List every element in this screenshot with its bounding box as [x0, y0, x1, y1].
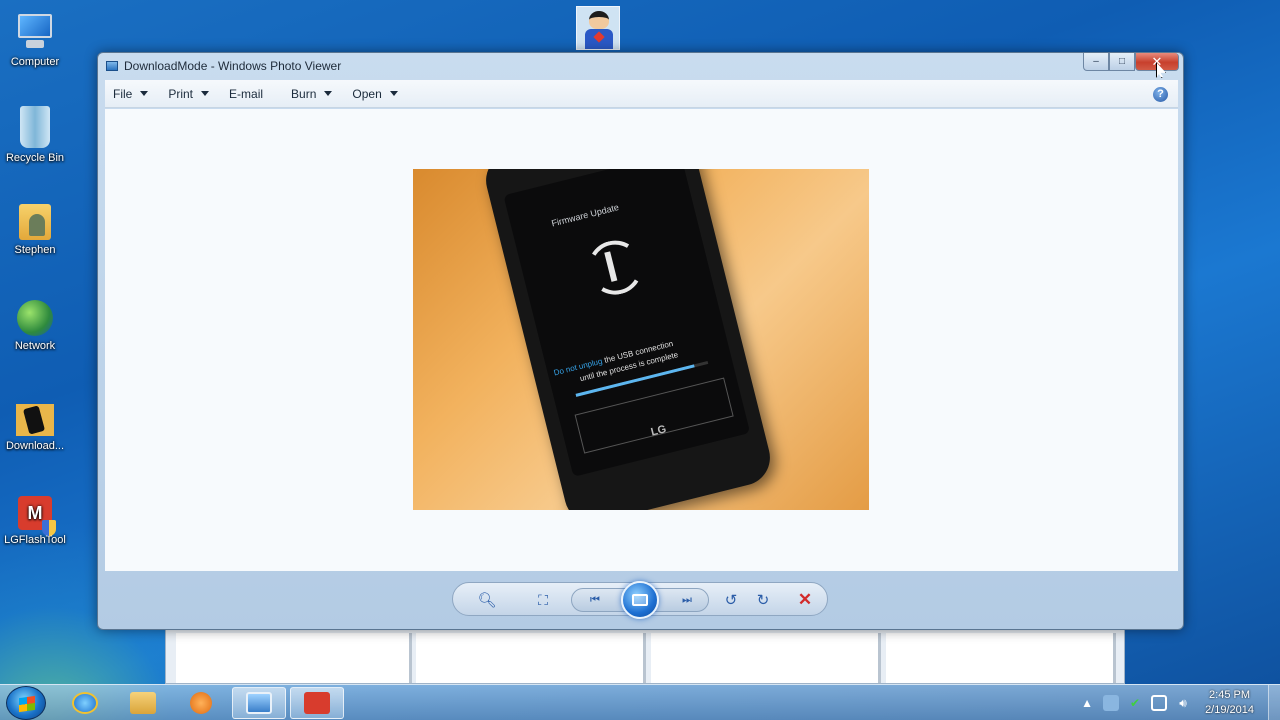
background-column — [886, 633, 1116, 683]
taskbar-media-player[interactable] — [174, 687, 228, 719]
dropdown-arrow-icon — [389, 91, 398, 96]
next-icon[interactable]: ⏭︎ — [677, 590, 697, 610]
title-bar[interactable]: DownloadMode - Windows Photo Viewer – □ … — [98, 53, 1183, 79]
menu-burn[interactable]: Burn — [291, 86, 333, 101]
security-check-icon[interactable]: ✔ — [1127, 695, 1143, 711]
phone-in-photo: Firmware Update Do not unplug the USB co… — [480, 169, 776, 510]
slideshow-icon[interactable] — [621, 581, 659, 619]
recycle-bin-icon — [20, 106, 50, 148]
window-title: DownloadMode - Windows Photo Viewer — [124, 59, 342, 73]
menu-file[interactable]: File — [113, 86, 149, 101]
desktop-icon-label: Computer — [10, 56, 60, 68]
display-icon[interactable] — [1151, 695, 1168, 711]
clock[interactable]: 2:45 PM 2/19/2014 — [1205, 688, 1254, 718]
desktop-icon-lgflashtool[interactable]: M LGFlashTool — [0, 496, 70, 546]
image-file-icon — [16, 404, 54, 436]
menu-label: Open — [352, 86, 382, 101]
taskbar: ▲ ✔ 🔊︎ 2:45 PM 2/19/2014 — [0, 684, 1280, 720]
photo-controls-bar: 🔍︎ ⛶ ⏮︎ ⏭︎ ↺ ↻ ✕ — [452, 581, 828, 619]
uac-shield-icon — [42, 520, 56, 536]
help-icon[interactable]: ? — [1153, 87, 1168, 102]
desktop-icon-label: LGFlashTool — [4, 534, 66, 546]
background-column — [651, 633, 881, 683]
start-button[interactable] — [6, 686, 46, 720]
desktop-icon-network[interactable]: Network — [0, 300, 70, 352]
desktop-icon-label: Stephen — [14, 244, 56, 256]
user-folder-icon — [19, 204, 51, 240]
dropdown-arrow-icon — [201, 91, 210, 96]
background-column — [176, 633, 412, 683]
clock-time: 2:45 PM — [1209, 689, 1251, 701]
folder-icon — [130, 692, 156, 714]
desktop-icon-recycle-bin[interactable]: Recycle Bin — [0, 106, 70, 164]
menu-email[interactable]: E-mail — [229, 87, 263, 101]
desktop-icon-user-folder[interactable]: Stephen — [0, 204, 70, 256]
network-tray-icon[interactable] — [1103, 695, 1120, 711]
computer-icon — [14, 10, 56, 52]
user-avatar-icon[interactable] — [576, 6, 620, 50]
dropdown-arrow-icon — [140, 91, 149, 96]
desktop-icon-label: Download... — [5, 440, 65, 452]
network-icon — [17, 300, 53, 336]
show-desktop-button[interactable] — [1268, 685, 1280, 720]
taskbar-lgflashtool[interactable] — [290, 687, 344, 719]
phone-screen-title: Firmware Update — [550, 202, 620, 229]
window-controls: – □ ✕ — [1083, 53, 1179, 73]
desktop-icon-label: Recycle Bin — [5, 152, 65, 164]
photo-viewer-window: DownloadMode - Windows Photo Viewer – □ … — [97, 52, 1184, 630]
menu-bar: File Print E-mail Burn Open ? — [105, 80, 1178, 108]
show-hidden-icons-icon[interactable]: ▲ — [1079, 695, 1095, 711]
menu-label: E-mail — [229, 86, 264, 101]
background-column — [416, 633, 646, 683]
taskbar-photo-viewer[interactable] — [232, 687, 286, 719]
menu-label: Burn — [291, 86, 317, 101]
desktop-icon-downloadmode[interactable]: Download... — [0, 404, 70, 452]
menu-open[interactable]: Open — [352, 86, 398, 101]
photo-viewer-icon — [246, 692, 272, 714]
menu-print[interactable]: Print — [168, 86, 210, 101]
sync-icon — [582, 234, 648, 301]
rotate-clockwise-icon[interactable]: ↻ — [753, 590, 773, 610]
clock-date: 2/19/2014 — [1205, 704, 1254, 716]
displayed-photo: Firmware Update Do not unplug the USB co… — [413, 169, 869, 510]
taskbar-internet-explorer[interactable] — [58, 687, 112, 719]
dropdown-arrow-icon — [324, 91, 333, 96]
desktop-icon-label: Network — [14, 340, 56, 352]
lgflashtool-icon: M — [18, 496, 56, 536]
volume-icon[interactable]: 🔊︎ — [1175, 695, 1191, 711]
taskbar-file-explorer[interactable] — [116, 687, 170, 719]
minimize-button[interactable]: – — [1083, 53, 1109, 71]
lgflashtool-icon — [304, 692, 330, 714]
windows-logo-icon — [19, 695, 35, 713]
system-tray: ▲ ✔ 🔊︎ 2:45 PM 2/19/2014 — [1075, 685, 1280, 720]
image-viewing-area: Firmware Update Do not unplug the USB co… — [105, 109, 1178, 571]
maximize-button[interactable]: □ — [1109, 53, 1135, 71]
previous-icon[interactable]: ⏮︎ — [585, 590, 605, 610]
desktop-icon-computer[interactable]: Computer — [0, 10, 70, 68]
actual-size-icon[interactable]: ⛶ — [533, 590, 553, 610]
magnifier-icon[interactable]: 🔍︎ — [477, 590, 497, 610]
rotate-counterclockwise-icon[interactable]: ↺ — [721, 590, 741, 610]
phone-screen: Firmware Update Do not unplug the USB co… — [503, 169, 751, 477]
menu-label: Print — [168, 86, 194, 101]
media-player-icon — [190, 692, 212, 714]
photo-viewer-app-icon — [106, 61, 118, 71]
internet-explorer-icon — [72, 692, 98, 714]
delete-icon[interactable]: ✕ — [795, 590, 815, 610]
menu-label: File — [113, 86, 133, 101]
